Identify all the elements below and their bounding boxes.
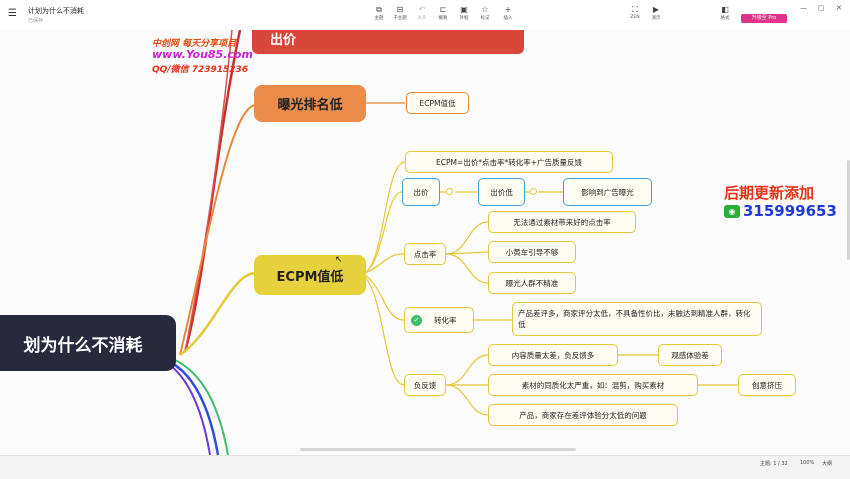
frame-icon: ▣ xyxy=(460,5,468,14)
horizontal-scrollbar[interactable] xyxy=(300,448,576,451)
central-topic[interactable]: 划为什么不消耗 xyxy=(0,315,176,371)
connector-blue xyxy=(171,361,220,455)
watermark-line3: QQ/微信 723915236 xyxy=(152,65,249,75)
relation-icon: ↶ xyxy=(418,5,426,14)
watermark-right-line2: 315999653 xyxy=(743,202,837,220)
node-feedback-child-3[interactable]: 产品，商家存在差评体验分太低的问题 xyxy=(488,404,678,426)
node-bid[interactable]: 出价 xyxy=(402,178,440,206)
outline-button[interactable]: 大纲 xyxy=(822,460,832,467)
present-icon: ▶ xyxy=(652,5,660,14)
node-feedback-child-2[interactable]: 素材的同质化太严重，如：混剪，购买素材 xyxy=(488,374,698,396)
connector-yellow xyxy=(179,271,256,357)
collapse-dot[interactable] xyxy=(530,188,537,195)
toolbar-summary-button[interactable]: ⊏ 概要 xyxy=(432,5,454,21)
theme-icon: ⧉ xyxy=(376,5,382,14)
subtopic-icon: ⊟ xyxy=(396,5,404,14)
toolbar-theme-button[interactable]: ⧉ 主题 xyxy=(368,5,390,21)
toolbar-zen-button[interactable]: ⛶ ZEN xyxy=(624,5,646,20)
node-ctr[interactable]: 点击率 xyxy=(404,243,446,265)
node-ecpm-formula[interactable]: ECPM=出价*点击率*转化率+广告质量反馈 xyxy=(405,151,613,173)
status-bar xyxy=(0,455,850,479)
node-ctr-child-1[interactable]: 无法通过素材带来好的点击率 xyxy=(488,211,636,233)
topic-ecpm[interactable]: ECPM值低 xyxy=(254,255,366,295)
zen-icon: ⛶ xyxy=(632,5,638,14)
wechat-icon: ◉ xyxy=(724,205,740,218)
topic-count: 主题: 1 / 32 xyxy=(760,461,788,467)
insert-icon: + xyxy=(504,5,512,14)
toolbar-frame-button[interactable]: ▣ 外框 xyxy=(453,5,475,21)
upgrade-pro-button[interactable]: 升级至 Pro xyxy=(741,14,787,23)
close-icon[interactable]: ✕ xyxy=(836,4,842,12)
check-icon: ✓ xyxy=(411,314,422,326)
toolbar-present-button[interactable]: ▶ 演示 xyxy=(645,5,667,21)
maximize-icon[interactable]: ▢ xyxy=(818,4,825,12)
node-feedback-sub-2[interactable]: 创意挤压 xyxy=(738,374,796,396)
minimize-icon[interactable]: — xyxy=(800,4,807,12)
node-feedback[interactable]: 负反馈 xyxy=(404,374,446,396)
node-cvr-label: 转化率 xyxy=(434,315,457,325)
title-bar: ☰ 计划为什么不消耗 已保存 ⧉ 主题 ⊟ 子主题 ↶ 关系 ⊏ 概要 ▣ 外框 ☆ 标记 … xyxy=(0,0,850,31)
zoom-level[interactable]: 100% xyxy=(800,460,814,466)
watermark-line2: www.You85.com xyxy=(152,48,253,61)
document-title: 计划为什么不消耗 xyxy=(28,7,84,15)
toolbar-format-button[interactable]: ◧ 格式 xyxy=(714,5,736,21)
node-bid-effect[interactable]: 影响到广告曝光 xyxy=(563,178,652,206)
cursor-icon: ↖ xyxy=(335,255,343,265)
format-icon: ◧ xyxy=(721,5,729,14)
summary-icon: ⊏ xyxy=(439,5,447,14)
toolbar-insert-button[interactable]: + 插入 xyxy=(497,5,519,21)
toolbar-relation-button[interactable]: ↶ 关系 xyxy=(411,5,433,21)
marker-icon: ☆ xyxy=(481,5,489,14)
node-exposure-ecpm[interactable]: ECPM值低 xyxy=(406,92,469,114)
menu-icon[interactable]: ☰ xyxy=(8,9,18,19)
node-bid-low[interactable]: 出价低 xyxy=(478,178,525,206)
watermark-right-line1: 后期更新添加 xyxy=(724,184,815,202)
collapse-dot[interactable] xyxy=(446,188,453,195)
connector-green xyxy=(174,359,229,455)
node-feedback-child-1[interactable]: 内容质量太差，负反馈多 xyxy=(488,344,618,366)
toolbar-subtopic-button[interactable]: ⊟ 子主题 xyxy=(389,5,411,21)
mindmap-canvas[interactable]: 出价 中创网 每天分享项目 www.You85.com QQ/微信 723915… xyxy=(0,30,850,455)
node-cvr[interactable]: ✓ 转化率 xyxy=(404,307,474,333)
document-status: 已保存 xyxy=(28,18,44,24)
topic-bid-partial[interactable]: 出价 xyxy=(252,30,524,54)
node-ctr-child-2[interactable]: 小黄车引导不够 xyxy=(488,241,576,263)
topic-exposure[interactable]: 曝光排名低 xyxy=(254,85,366,122)
node-ctr-child-3[interactable]: 曝光人群不精准 xyxy=(488,272,576,294)
node-feedback-sub-1[interactable]: 观感体验差 xyxy=(658,344,722,366)
node-cvr-child[interactable]: 产品差评多，商家评分太低，不具备性价比，未触达到精准人群，转化低 xyxy=(512,302,762,336)
toolbar-marker-button[interactable]: ☆ 标记 xyxy=(474,5,496,21)
